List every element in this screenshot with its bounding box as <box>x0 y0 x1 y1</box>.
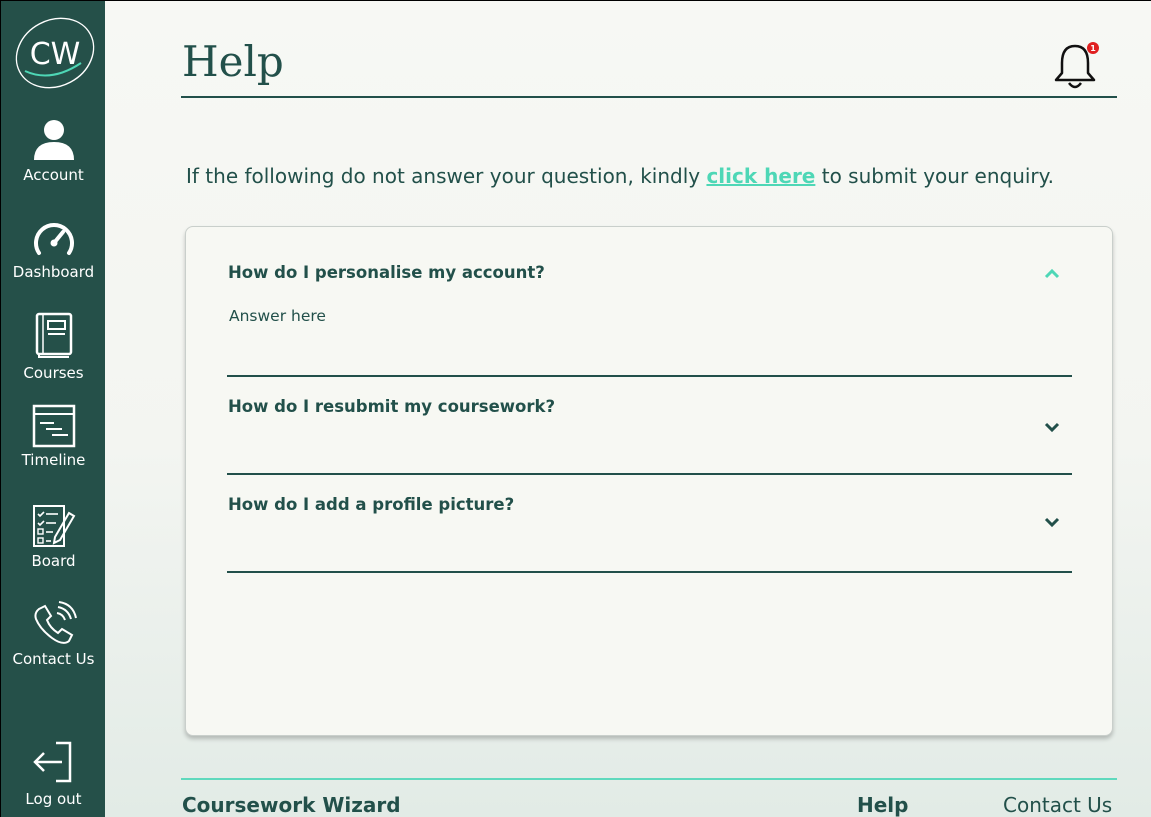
sidebar-item-contact-us[interactable]: Contact Us <box>1 601 106 668</box>
footer-link-contact[interactable]: Contact Us <box>1003 793 1112 817</box>
chevron-down-icon[interactable] <box>1043 421 1061 433</box>
faq-question-3[interactable]: How do I add a profile picture? <box>228 495 514 514</box>
faq-answer-1: Answer here <box>229 307 326 325</box>
enquiry-link[interactable]: click here <box>706 164 815 188</box>
faq-card: How do I personalise my account? Answer … <box>185 226 1113 736</box>
main-content: Help 1 If the following do not answer yo… <box>105 0 1151 817</box>
chevron-down-icon[interactable] <box>1043 516 1061 528</box>
sidebar-item-dashboard[interactable]: Dashboard <box>1 219 106 281</box>
sidebar-item-label: Courses <box>23 364 84 382</box>
logout-button[interactable]: Log out <box>1 741 106 808</box>
logout-icon <box>32 741 71 783</box>
sidebar: CW Account Dashboard Courses Timeline Bo… <box>0 0 105 817</box>
footer-divider <box>181 778 1117 780</box>
sidebar-item-board[interactable]: Board <box>1 503 106 570</box>
logout-label: Log out <box>25 790 82 808</box>
book-icon <box>35 312 72 358</box>
sidebar-item-courses[interactable]: Courses <box>1 312 106 382</box>
sidebar-item-label: Timeline <box>21 451 86 469</box>
user-icon <box>33 120 74 160</box>
sidebar-item-timeline[interactable]: Timeline <box>1 404 106 469</box>
chevron-up-icon[interactable] <box>1043 267 1061 279</box>
faq-divider <box>227 375 1072 377</box>
sidebar-item-label: Account <box>23 166 84 184</box>
faq-divider <box>227 473 1072 475</box>
sidebar-item-label: Contact Us <box>12 650 95 668</box>
sidebar-item-account[interactable]: Account <box>1 118 106 184</box>
intro-after: to submit your enquiry. <box>815 164 1054 188</box>
intro-text: If the following do not answer your ques… <box>186 164 1054 188</box>
sidebar-item-label: Dashboard <box>12 263 95 281</box>
logo-text: CW <box>30 37 81 72</box>
title-divider <box>181 96 1117 98</box>
intro-before: If the following do not answer your ques… <box>186 164 707 188</box>
coursework-wizard-logo[interactable]: CW <box>11 13 99 91</box>
bell-icon[interactable]: 1 <box>1051 41 1099 91</box>
timeline-icon <box>32 404 75 448</box>
page-title: Help <box>182 37 284 86</box>
sidebar-item-label: Board <box>31 552 76 570</box>
speedometer-icon <box>33 223 74 255</box>
notification-count: 1 <box>1090 44 1096 53</box>
footer-brand: Coursework Wizard <box>182 793 401 817</box>
faq-divider <box>227 571 1072 573</box>
checklist-icon <box>32 505 75 547</box>
faq-question-1[interactable]: How do I personalise my account? <box>228 263 545 282</box>
phone-icon <box>33 601 77 644</box>
faq-question-2[interactable]: How do I resubmit my coursework? <box>228 397 555 416</box>
footer-link-help[interactable]: Help <box>857 793 908 817</box>
